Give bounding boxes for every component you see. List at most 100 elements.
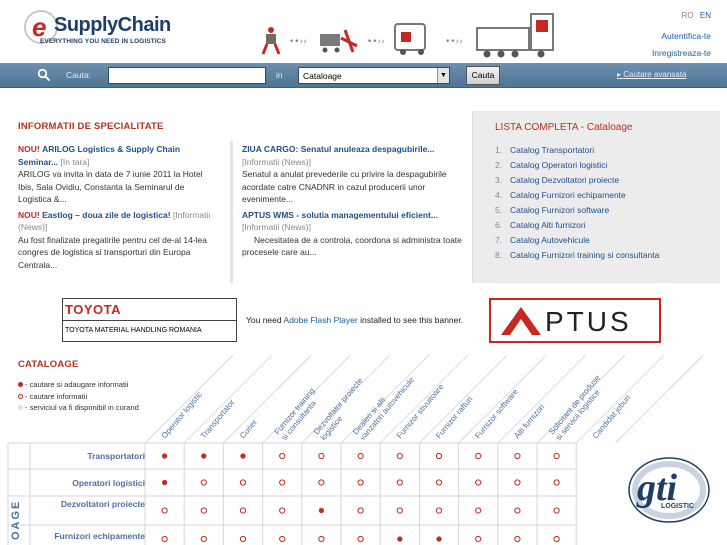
item-number: 1. [495, 145, 503, 155]
filled-dot-icon [318, 507, 324, 514]
matrix-row-label[interactable]: Furnizori echipamente [30, 531, 145, 542]
news-item: NOU! Eastlog – doua zile de logistica! [… [18, 209, 216, 272]
hollow-dot-icon [279, 479, 286, 486]
news-title-link[interactable]: ZIUA CARGO: Senatul anuleaza despagubiri… [242, 144, 434, 154]
filled-dot-icon [201, 453, 207, 459]
item-number: 2. [495, 160, 503, 170]
svg-text:••››: ••›› [367, 37, 385, 47]
news-title-link[interactable]: APTUS WMS - solutia managementului efici… [242, 210, 438, 220]
gti-logo[interactable]: gti LOGISTIC [625, 452, 717, 527]
flash-player-link[interactable]: Adobe Flash Player [284, 315, 358, 325]
logistics-illustration: ••›› ••›› ••›› [261, 13, 554, 58]
catalog-list-item[interactable]: 5. Catalog Furnizori software [495, 203, 659, 218]
toyota-logo-text: TOYOTA [65, 302, 121, 317]
hollow-dot-icon [239, 507, 247, 514]
news-category: [Informatii (News)] [242, 156, 311, 167]
catalog-list-item[interactable]: 3. Catalog Dezvoltatori proiecte [495, 173, 659, 188]
flash-notice: You need Adobe Flash Player installed to… [246, 315, 463, 325]
matrix-column-header: Operator logistic [160, 390, 204, 440]
hollow-dot-icon [553, 535, 560, 543]
hollow-dot-icon [200, 479, 207, 486]
news-body: Senatul a anulat prevederile cu privire … [242, 169, 447, 204]
advanced-search-link[interactable]: ▸ Cautare avansata [617, 70, 686, 79]
news-item: APTUS WMS - solutia managementului efici… [242, 209, 462, 259]
hollow-dot-icon [435, 452, 443, 460]
item-label: Catalog Alti furnizori [510, 220, 586, 230]
item-label: Catalog Autovehicule [510, 235, 590, 245]
site-header: e SupplyChain EVERYTHING YOU NEED IN LOG… [0, 0, 727, 63]
item-label: Catalog Furnizori training si consultant… [510, 250, 660, 260]
item-number: 8. [495, 250, 503, 260]
hollow-dot-icon [239, 479, 247, 486]
hollow-dot-icon [435, 479, 443, 486]
catalog-list-title: LISTA COMPLETA - Cataloage [495, 122, 633, 133]
catalog-list-item[interactable]: 2. Catalog Operatori logistici [495, 158, 659, 173]
svg-text:••››: ••›› [445, 37, 463, 47]
news-title-link[interactable]: Eastlog – doua zile de logistica! [42, 210, 170, 220]
logo-name: SupplyChain [54, 14, 171, 36]
hollow-dot-icon [200, 507, 207, 514]
search-button[interactable]: Cauta [466, 66, 500, 85]
aptus-banner[interactable]: PTUS [489, 298, 661, 343]
hollow-dot-icon [514, 535, 521, 543]
register-link[interactable]: Inregistreaza-te [652, 48, 711, 58]
hollow-dot-icon [161, 535, 168, 543]
aptus-logo-text: PTUS [545, 306, 632, 337]
info-section-title: INFORMATII DE SPECIALITATE [18, 121, 164, 132]
toyota-banner[interactable]: TOYOTA TOYOTA MATERIAL HANDLING ROMANIA [62, 298, 237, 342]
catalog-matrix: Operator logisticTransportator Curier Furn… [7, 354, 704, 545]
hollow-dot-icon [161, 507, 168, 514]
catalog-list-item[interactable]: 8. Catalog Furnizori training si consulta… [495, 248, 659, 263]
item-number: 3. [495, 175, 503, 185]
hollow-dot-icon [279, 535, 286, 543]
news-item: ZIUA CARGO: Senatul anuleaza despagubiri… [242, 143, 462, 206]
news-category: [Informatii (News)] [242, 222, 311, 232]
matrix-side-label-text: OAGE [10, 499, 22, 540]
category-select[interactable]: Cataloage ▼ [298, 67, 450, 84]
hollow-dot-icon [514, 507, 521, 514]
matrix-column-header: Transportator [199, 398, 237, 441]
truck-icon [476, 13, 554, 58]
hollow-dot-icon [396, 507, 403, 514]
news-item: NOU! ARILOG Logistics & Supply Chain Sem… [18, 143, 216, 206]
hollow-dot-icon [357, 452, 364, 460]
news-title-link[interactable]: ARILOG Logistics & Supply Chain Seminar.… [18, 144, 180, 167]
catalog-list-item[interactable]: 7. Catalog Autovehicule [495, 233, 659, 248]
item-label: Catalog Furnizori software [510, 205, 610, 215]
login-link[interactable]: Autentifica-te [661, 31, 711, 41]
filled-dot-icon [162, 453, 168, 459]
filled-dot-icon [436, 536, 442, 542]
matrix-row-label[interactable]: Transportatori [30, 451, 145, 462]
advanced-search-label: Cautare avansata [623, 70, 687, 79]
hollow-dot-icon [279, 452, 286, 460]
item-number: 5. [495, 205, 503, 215]
gti-logo-subtitle: LOGISTIC [661, 503, 694, 510]
hollow-dot-icon [318, 535, 325, 543]
item-number: 4. [495, 190, 503, 200]
search-in-label: in [276, 70, 283, 80]
hollow-dot-icon [553, 479, 560, 486]
flash-notice-post: installed to see this banner. [360, 315, 464, 325]
hollow-dot-icon [200, 535, 207, 543]
catalog-list-item[interactable]: 6. Catalog Alti furnizori [495, 218, 659, 233]
matrix-column-header: Alti furnizori [512, 402, 546, 440]
hollow-dot-icon [318, 479, 325, 486]
catalog-list-item[interactable]: 4. Catalog Furnizori echipamente [495, 188, 659, 203]
lang-ro-link[interactable]: RO [682, 11, 694, 20]
hollow-dot-icon [475, 452, 482, 460]
matrix-row-label[interactable]: Dezvoltatori proiecte [30, 499, 145, 510]
news-body: ARILOG va invita in data de 7 iunie 2011… [18, 169, 203, 204]
catalog-list-item[interactable]: 1. Catalog Transportatori [495, 143, 659, 158]
news-column-1: NOU! ARILOG Logistics & Supply Chain Sem… [18, 143, 216, 274]
matrix-row-label[interactable]: Operatori logistici [30, 478, 145, 489]
lang-en-link[interactable]: EN [700, 11, 711, 20]
search-input[interactable] [108, 67, 266, 84]
news-category: [In tara] [60, 156, 90, 167]
item-label: Catalog Dezvoltatori proiecte [510, 175, 620, 185]
hollow-dot-icon [279, 507, 286, 514]
new-badge: NOU! [18, 209, 40, 220]
filled-dot-icon [397, 536, 403, 542]
site-logo[interactable]: e SupplyChain EVERYTHING YOU NEED IN LOG… [24, 8, 174, 48]
aptus-logo-icon [501, 307, 541, 335]
item-number: 6. [495, 220, 503, 230]
